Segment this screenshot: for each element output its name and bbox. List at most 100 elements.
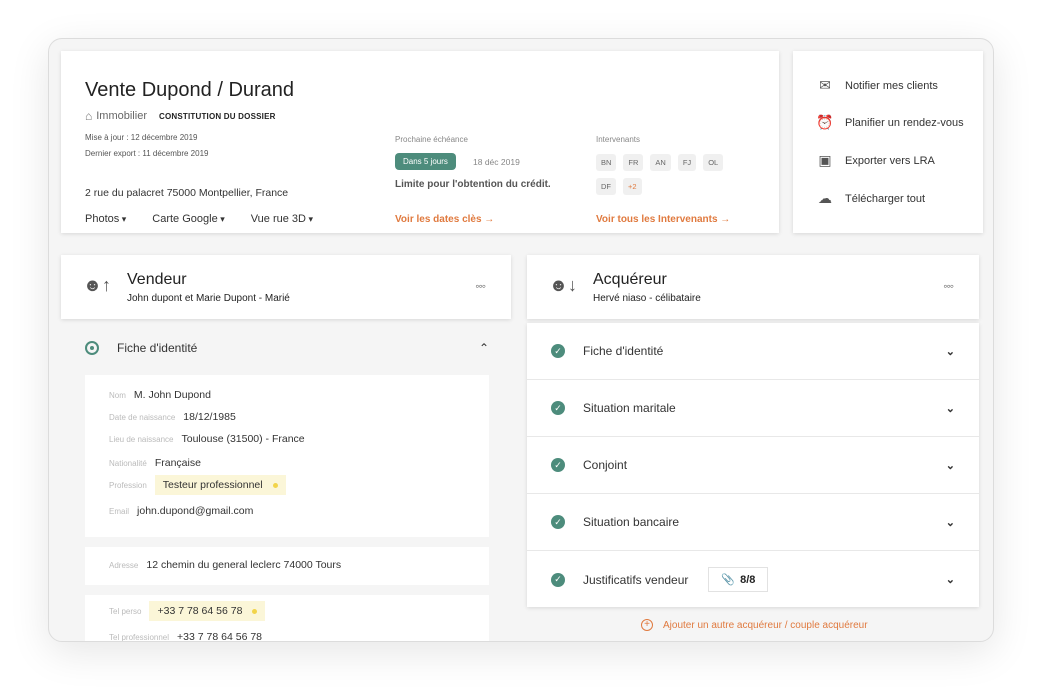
warning-dot-icon [272, 482, 278, 488]
download-all-action[interactable]: ☁ Télécharger tout [815, 190, 925, 207]
all-intervenants-link[interactable]: Voir tous les Intervenants → [596, 214, 730, 225]
acquereur-subtitle: Hervé niaso - célibataire [593, 293, 701, 304]
dossier-header-card: Vente Dupond / Durand ⌂ Immobilier CONST… [61, 51, 779, 233]
accordion-conjoint[interactable]: ✓ Conjoint ⌄ [527, 437, 979, 494]
field-row: Tel perso +33 7 78 64 56 78 [109, 601, 266, 621]
vendeur-fiche-header[interactable]: Fiche d'identité ⌃ [61, 323, 511, 373]
field-key: Tel professionnel [109, 632, 170, 642]
attachments-count[interactable]: 📎 8/8 [708, 567, 769, 592]
field-value: 12 chemin du general leclerc 74000 Tours [146, 559, 342, 571]
people-download-icon: ☻↓ [549, 275, 577, 295]
accordion-justificatifs[interactable]: ✓ Justificatifs vendeur 📎 8/8 ⌄ [527, 551, 979, 608]
section-label: Situation bancaire [583, 515, 680, 529]
section-label: Fiche d'identité [583, 344, 664, 358]
page-title: Vente Dupond / Durand [85, 79, 295, 101]
cloud-download-icon: ☁ [818, 190, 832, 206]
plus-circle-icon: + [641, 619, 653, 631]
attachments-count-value: 8/8 [740, 573, 756, 586]
field-value: john.dupond@gmail.com [137, 505, 254, 517]
add-acquereur-label: Ajouter un autre acquéreur / couple acqu… [663, 619, 868, 631]
notify-clients-action[interactable]: ✉ Notifier mes clients [815, 77, 938, 94]
export-lra-action[interactable]: ▣ Exporter vers LRA [815, 152, 935, 169]
field-row: Nationalité Française [109, 457, 201, 469]
more-options-icon[interactable]: ◦◦◦ [943, 279, 954, 293]
field-key: Profession [109, 480, 147, 490]
accordion-situation-bancaire[interactable]: ✓ Situation bancaire ⌄ [527, 494, 979, 551]
deadline-date: 18 déc 2019 [473, 157, 520, 167]
export-icon: ▣ [818, 152, 832, 168]
deadline-description: Limite pour l'obtention du crédit. [395, 179, 551, 190]
field-value: M. John Dupond [133, 389, 211, 401]
intervenant-more-chip[interactable]: +2 [623, 178, 642, 195]
intervenants-label: Intervenants [596, 135, 641, 144]
add-acquereur-link[interactable]: + Ajouter un autre acquéreur / couple ac… [641, 619, 868, 631]
phones-box: Tel perso +33 7 78 64 56 78 Tel professio… [85, 595, 489, 642]
section-label: Conjoint [583, 458, 628, 472]
chevron-up-icon[interactable]: ⌃ [479, 341, 489, 355]
accordion-fiche-identite[interactable]: ✓ Fiche d'identité ⌄ [527, 323, 979, 380]
field-row: Tel professionnel +33 7 78 64 56 78 [109, 631, 263, 642]
action-label: Planifier un rendez-vous [845, 116, 964, 129]
photos-dropdown[interactable]: Photos [85, 213, 126, 225]
intervenant-chip[interactable]: DF [596, 178, 616, 195]
alarm-clock-icon: ⏰ [816, 114, 834, 130]
people-upload-icon: ☻↑ [83, 275, 111, 295]
chevron-down-icon[interactable]: ⌄ [946, 573, 955, 586]
warning-dot-icon [252, 608, 258, 614]
chevron-down-icon[interactable]: ⌄ [946, 459, 955, 472]
home-icon[interactable]: ⌂ [85, 109, 92, 123]
schedule-meeting-action[interactable]: ⏰ Planifier un rendez-vous [815, 114, 964, 131]
chevron-down-icon[interactable]: ⌄ [946, 516, 955, 529]
field-row: Date de naissance 18/12/1985 [109, 411, 236, 423]
key-dates-link[interactable]: Voir les dates clès → [395, 214, 494, 225]
field-value: Toulouse (31500) - France [181, 433, 305, 445]
section-label: Situation maritale [583, 401, 676, 415]
media-links: Photos Carte Google Vue rue 3D [85, 213, 313, 225]
action-label: Notifier mes clients [845, 79, 938, 92]
intervenant-chip[interactable]: FJ [677, 154, 697, 171]
action-label: Exporter vers LRA [845, 154, 935, 167]
check-circle-icon: ✓ [551, 515, 565, 529]
field-value: Française [154, 457, 201, 469]
fiche-label: Fiche d'identité [117, 341, 198, 355]
breadcrumb-category[interactable]: Immobilier [96, 110, 147, 122]
mail-fast-icon: ✉ [819, 77, 831, 93]
vendeur-title: Vendeur [127, 271, 187, 288]
intervenant-chip[interactable]: OL [703, 154, 724, 171]
field-row: Email john.dupond@gmail.com [109, 505, 253, 517]
acquereur-card: ☻↓ Acquéreur Hervé niaso - célibataire ◦… [527, 255, 979, 319]
field-value: 18/12/1985 [183, 411, 236, 423]
check-circle-icon: ✓ [551, 458, 565, 472]
field-row: Nom M. John Dupond [109, 389, 211, 401]
section-label: Justificatifs vendeur [583, 572, 689, 587]
street-view-dropdown[interactable]: Vue rue 3D [251, 213, 313, 225]
field-key: Lieu de naissance [109, 434, 174, 444]
intervenants-chips: BN FR AN FJ OL DF +2 [596, 154, 746, 195]
field-row: Adresse 12 chemin du general leclerc 7400… [109, 559, 341, 571]
acquereur-title: Acquéreur [593, 271, 667, 288]
highlighted-value[interactable]: +33 7 78 64 56 78 [149, 601, 266, 621]
check-circle-icon: ✓ [551, 344, 565, 358]
more-options-icon[interactable]: ◦◦◦ [475, 279, 486, 293]
field-value: Testeur professionnel [162, 479, 263, 491]
field-value: +33 7 78 64 56 78 [177, 631, 263, 642]
vendeur-card: ☻↑ Vendeur John dupont et Marie Dupont -… [61, 255, 511, 319]
vendeur-subtitle: John dupont et Marie Dupont - Marié [127, 293, 290, 304]
field-value: +33 7 78 64 56 78 [157, 605, 243, 617]
google-map-dropdown[interactable]: Carte Google [152, 213, 224, 225]
intervenant-chip[interactable]: AN [650, 154, 671, 171]
intervenant-chip[interactable]: BN [596, 154, 617, 171]
highlighted-value[interactable]: Testeur professionnel [154, 475, 286, 495]
breadcrumb: ⌂ Immobilier CONSTITUTION DU DOSSIER [85, 109, 276, 123]
field-key: Nationalité [109, 458, 147, 468]
intervenant-chip[interactable]: FR [623, 154, 644, 171]
accordion-situation-maritale[interactable]: ✓ Situation maritale ⌄ [527, 380, 979, 437]
chevron-down-icon[interactable]: ⌄ [946, 402, 955, 415]
deadline-label: Prochaine échéance [395, 135, 468, 144]
field-key: Email [109, 506, 130, 516]
chevron-down-icon[interactable]: ⌄ [946, 345, 955, 358]
field-row: Profession Testeur professionnel [109, 475, 286, 495]
check-circle-icon: ✓ [551, 572, 565, 587]
field-key: Date de naissance [109, 412, 176, 422]
last-update: Mise à jour : 12 décembre 2019 [85, 133, 198, 142]
